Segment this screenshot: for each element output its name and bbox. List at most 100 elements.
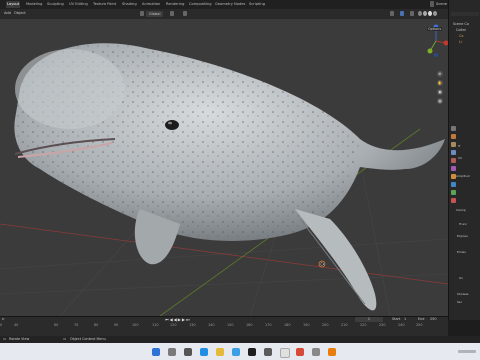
output-properties-icon[interactable] — [451, 142, 456, 147]
prop-label-sel: Sel — [457, 300, 462, 304]
frame-tick: 140 — [208, 323, 215, 327]
outliner-item-collection[interactable]: Collec — [456, 28, 466, 32]
app-icon[interactable] — [280, 348, 290, 358]
task-view-icon[interactable] — [184, 348, 192, 356]
transform-orientation-icon[interactable] — [140, 11, 144, 16]
shading-rendered-icon[interactable] — [433, 11, 437, 16]
blender-icon[interactable] — [328, 348, 336, 356]
start-frame-label: Start — [392, 317, 401, 321]
frame-tick: 250 — [416, 323, 423, 327]
timeline-panel[interactable]: ᐅ ⏮◀◀▶▶⏭ 1 Start 1 End 250 0 40 60 70 80… — [0, 316, 448, 337]
object-menu[interactable]: Object — [14, 11, 26, 15]
shading-material-icon[interactable] — [428, 11, 432, 16]
frame-tick: 230 — [379, 323, 386, 327]
workspace-bar: Layout Modeling Sculpting UV Editing Tex… — [0, 0, 480, 9]
tab-modeling[interactable]: Modeling — [25, 1, 43, 8]
prop-label-trunc: Trunc — [459, 222, 468, 226]
tab-sculpting[interactable]: Sculpting — [46, 1, 65, 8]
tab-scripting[interactable]: Scripting — [248, 1, 266, 8]
gizmo-toggle-icon[interactable] — [400, 11, 404, 16]
add-menu[interactable]: Add — [4, 11, 11, 15]
system-tray[interactable] — [458, 350, 476, 353]
frame-tick: 120 — [170, 323, 177, 327]
outliner-panel: Scene Co Collec Ca Li — [448, 0, 480, 120]
windows-start-icon[interactable] — [152, 348, 160, 356]
frame-tick: 170 — [265, 323, 272, 327]
outliner-item-light[interactable]: Li — [459, 40, 462, 44]
prop-label-clamp: Clamp — [456, 208, 466, 212]
playback-controls[interactable]: ⏮◀◀▶▶⏭ — [165, 317, 191, 322]
prop-label-showse: Showse — [457, 292, 469, 296]
material-properties-icon[interactable] — [451, 198, 456, 203]
camera-view-icon[interactable]: ▣ — [437, 89, 443, 95]
file-explorer-icon[interactable] — [216, 348, 224, 356]
frame-tick: 130 — [189, 323, 196, 327]
terminal-icon[interactable] — [248, 348, 256, 356]
tab-geometry-nodes[interactable]: Geometry Nodes — [214, 1, 246, 8]
outliner-root[interactable]: Scene Co — [453, 22, 469, 26]
tab-layout[interactable]: Layout — [6, 1, 21, 8]
shading-solid-icon[interactable] — [423, 11, 427, 16]
status-left-hint: Rotate View — [9, 337, 30, 341]
frame-tick: 240 — [398, 323, 405, 327]
prop-label-amplitude: Amplitud — [456, 174, 470, 178]
app-icon[interactable] — [312, 348, 320, 356]
snap-icon[interactable] — [170, 11, 174, 16]
perspective-toggle-icon[interactable]: ▦ — [437, 98, 443, 104]
frame-tick: 110 — [152, 323, 159, 327]
frame-tick: 220 — [360, 323, 367, 327]
transform-orientation-select[interactable]: Global — [146, 11, 164, 17]
end-frame-label: End — [418, 317, 425, 321]
frame-tick: 70 — [74, 323, 79, 327]
prop-label-exposure: Exposu — [457, 234, 468, 238]
current-frame-field[interactable]: 1 — [355, 317, 383, 322]
tab-compositing[interactable]: Compositing — [188, 1, 213, 8]
edge-browser-icon[interactable] — [200, 348, 208, 356]
pan-hand-icon[interactable]: ✋ — [437, 80, 443, 86]
world-properties-icon[interactable] — [451, 166, 456, 171]
start-frame-field[interactable]: 1 — [404, 317, 406, 321]
status-middle-hint: Object Context Menu — [70, 337, 106, 341]
tab-rendering[interactable]: Rendering — [165, 1, 185, 8]
3d-viewport[interactable]: Options ⊕ ✋ ▣ ▦ — [0, 19, 448, 316]
mouse-right-icon: ▭ — [63, 337, 67, 341]
frame-tick: 190 — [303, 323, 310, 327]
tool-properties-icon[interactable] — [451, 126, 456, 131]
shading-wireframe-icon[interactable] — [418, 11, 422, 16]
viewport-header: Add Object Global — [0, 9, 448, 19]
store-icon[interactable] — [232, 348, 240, 356]
scene-icon[interactable] — [430, 1, 434, 7]
frame-tick: 210 — [341, 323, 348, 327]
view-layer-icon[interactable] — [451, 150, 456, 155]
search-icon[interactable] — [168, 348, 176, 356]
frame-tick: 200 — [322, 323, 329, 327]
scene-properties-icon[interactable] — [451, 158, 456, 163]
frame-tick: 180 — [284, 323, 291, 327]
tab-uv-editing[interactable]: UV Editing — [68, 1, 89, 8]
tab-shading[interactable]: Shading — [121, 1, 138, 8]
beluga-model[interactable] — [14, 43, 445, 311]
tab-texture-paint[interactable]: Texture Paint — [92, 1, 117, 8]
options-dropdown[interactable]: Options — [427, 27, 443, 31]
frame-tick: 0 — [0, 323, 3, 327]
3d-cursor-icon[interactable] — [318, 260, 326, 268]
modifier-properties-icon[interactable] — [451, 182, 456, 187]
render-properties-icon[interactable] — [451, 134, 456, 139]
overlay-toggle-icon[interactable] — [410, 11, 414, 16]
settings-gear-icon[interactable] — [264, 348, 272, 356]
taskbar — [0, 343, 480, 360]
scene-selector[interactable]: Scene — [436, 1, 447, 8]
tab-animation[interactable]: Animation — [141, 1, 161, 8]
outliner-item-camera[interactable]: Ca — [459, 34, 463, 38]
frame-tick: 150 — [227, 323, 234, 327]
outliner-header — [451, 12, 479, 16]
end-frame-field[interactable]: 250 — [430, 317, 436, 321]
physics-properties-icon[interactable] — [451, 190, 456, 195]
chrome-icon[interactable] — [296, 348, 304, 356]
prop-label-transform: Tr — [458, 144, 461, 148]
visibility-icon[interactable] — [390, 11, 394, 16]
timeline-menu[interactable]: ᐅ — [2, 317, 5, 321]
zoom-icon[interactable]: ⊕ — [437, 71, 443, 77]
proportional-edit-icon[interactable] — [183, 11, 187, 16]
properties-panel: Tr Ch Amplitud Clamp Trunc Exposu Emiss … — [448, 120, 480, 320]
